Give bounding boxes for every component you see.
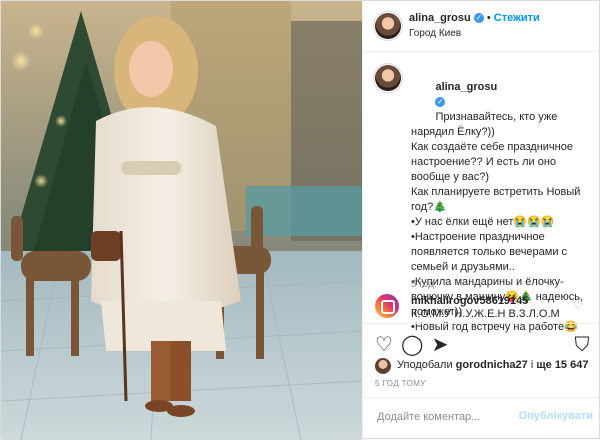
location[interactable]: Город Киев <box>409 28 461 39</box>
follow-button[interactable]: Стежити <box>494 12 540 24</box>
share-icon[interactable]: ➤ <box>429 334 451 356</box>
likes-user[interactable]: gorodnicha27 <box>456 359 528 371</box>
heart-icon[interactable]: ♡ <box>373 334 395 356</box>
header-dot: • <box>486 12 491 24</box>
comment-text: К.О.М.У Н.У.Ж.Е.Н В.З.Л.О.М <box>411 308 560 320</box>
instagram-post: alina_grosu ✓ • Стежити Город Киев alina… <box>0 0 600 440</box>
likes-line: Уподобали gorodnicha27 і ще 15 647 <box>375 357 589 377</box>
liker-avatar[interactable] <box>375 358 391 374</box>
bookmark-icon[interactable]: ⛉ <box>571 334 593 356</box>
caption-time[interactable]: 5 год. <box>411 279 437 290</box>
likes-prefix: Уподобали <box>397 359 453 371</box>
verified-badge-icon: ✓ <box>473 13 484 24</box>
instagram-logo-icon[interactable] <box>375 294 399 318</box>
post-sidebar: alina_grosu ✓ • Стежити Город Киев alina… <box>362 1 599 438</box>
comment-username[interactable]: mikhailrogov58619145 <box>411 295 528 307</box>
header-user-line: alina_grosu ✓ • Стежити <box>409 12 540 24</box>
post-header: alina_grosu ✓ • Стежити Город Киев <box>363 1 599 52</box>
caption-avatar[interactable] <box>375 65 401 91</box>
comment-row: mikhailrogov58619145 К.О.М.У Н.У.Ж.Е.Н В… <box>375 291 589 321</box>
comment-like-heart-icon[interactable]: ♡ <box>573 299 583 312</box>
comment-icon[interactable]: ◯ <box>401 334 423 356</box>
post-date[interactable]: 5 ГОД ТОМУ <box>375 379 426 388</box>
post-photo-image <box>1 1 362 440</box>
comment-text-block: mikhailrogov58619145 К.О.М.У Н.У.Ж.Е.Н В… <box>411 295 561 321</box>
caption-username[interactable]: alina_grosu <box>435 81 497 93</box>
likes-count[interactable]: ще 15 647 <box>536 359 588 371</box>
add-comment-bar: Опублікувати <box>363 397 599 438</box>
likes-text: Уподобали gorodnicha27 і ще 15 647 <box>397 359 588 371</box>
post-photo[interactable] <box>1 1 362 440</box>
comment-input[interactable] <box>375 410 529 424</box>
verified-badge-icon: ✓ <box>435 97 446 108</box>
header-username[interactable]: alina_grosu <box>409 12 471 24</box>
likes-middle: і <box>530 359 534 371</box>
avatar[interactable] <box>375 13 401 39</box>
publish-button[interactable]: Опублікувати <box>519 410 593 422</box>
